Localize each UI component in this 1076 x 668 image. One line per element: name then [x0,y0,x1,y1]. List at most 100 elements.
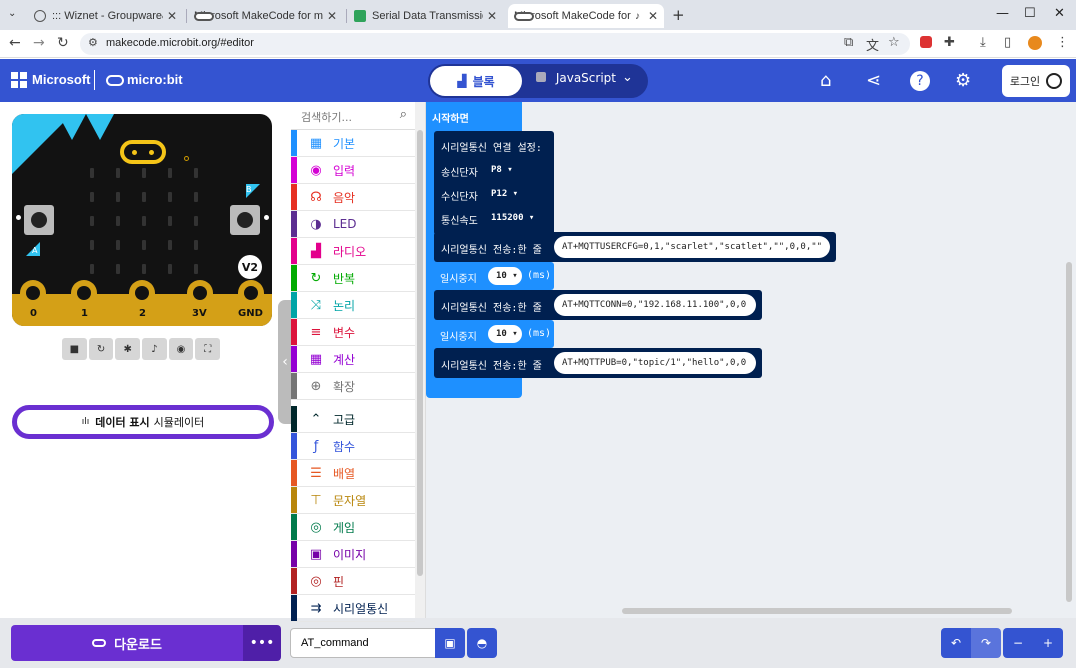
category-label: 변수 [333,325,356,340]
blocks-tab[interactable]: ▟ 블록 [430,66,522,96]
star-icon[interactable]: ☆ [888,35,900,50]
puzzle-icon[interactable]: ✚ [944,35,955,50]
settings-gear-icon[interactable]: ⚙ [955,70,971,91]
debug-icon[interactable]: ✱ [115,338,141,360]
minimize-icon[interactable]: — [996,6,1009,21]
translate-icon[interactable]: 文 [866,35,879,54]
category-15[interactable]: ▣ 이미지 [291,541,415,568]
workspace-vertical-scrollbar[interactable] [1066,262,1072,602]
new-tab-button[interactable]: + [672,6,685,24]
audio-icon[interactable]: ♪ [635,11,640,22]
undo-button[interactable]: ↶ [941,628,971,658]
category-color-bar [291,514,297,540]
pin-2[interactable] [129,280,155,326]
javascript-tab[interactable]: JavaScript [536,71,616,85]
stop-icon[interactable]: ■ [62,338,87,360]
reload-icon[interactable]: ↻ [57,35,69,51]
maximize-icon[interactable]: ☐ [1024,6,1036,21]
project-name-input[interactable] [290,628,436,658]
profile-avatar[interactable] [1028,36,1042,50]
close-window-icon[interactable]: ✕ [1054,6,1065,21]
pin-1[interactable] [71,280,97,326]
tx-pin-dropdown[interactable]: P8 ▾ [491,165,513,175]
category-7[interactable]: ≡ 변수 [291,319,415,346]
category-2[interactable]: ☊ 음악 [291,184,415,211]
address-bar[interactable]: ⚙ makecode.microbit.org/#editor [80,33,910,55]
close-icon[interactable]: ✕ [327,9,337,23]
home-icon[interactable]: ⌂ [820,70,831,91]
browser-tab-serial-query[interactable]: Serial Data Transmission Query ✕ [348,4,503,28]
tab-search-icon[interactable]: ⌄ [8,8,16,19]
extension-icon[interactable] [920,36,932,48]
category-3[interactable]: ◑ LED [291,211,415,238]
category-12[interactable]: ☰ 배열 [291,460,415,487]
download-icon[interactable]: ⤓ [980,35,986,50]
category-16[interactable]: ◎ 핀 [291,568,415,595]
button-a[interactable] [24,205,54,235]
collapse-simulator-handle[interactable]: ‹ [278,300,292,424]
pause-dropdown[interactable]: 10 ▾ [488,267,522,285]
close-icon[interactable]: ✕ [648,9,658,23]
category-color-bar [291,184,297,210]
category-1[interactable]: ◉ 입력 [291,157,415,184]
workspace-horizontal-scrollbar[interactable] [622,608,1012,614]
search-input[interactable]: 검색하기... [301,109,352,125]
category-9[interactable]: ⊕ 확장 [291,373,415,400]
category-0[interactable]: ▦ 기본 [291,130,415,157]
pause-dropdown[interactable]: 10 ▾ [488,325,522,343]
category-17[interactable]: ⇉ 시리얼통신 [291,595,415,622]
language-dropdown-icon[interactable]: ⌄ [622,70,633,85]
close-icon[interactable]: ✕ [487,9,497,23]
menu-icon[interactable]: ⋮ [1056,35,1069,50]
install-app-icon[interactable]: ⧉ [844,35,853,50]
site-info-icon[interactable]: ⚙ [88,36,98,49]
restart-icon[interactable]: ↻ [88,338,114,360]
fullscreen-icon[interactable]: ⛶ [195,338,221,360]
microsoft-logo[interactable] [11,72,27,88]
sidepanel-icon[interactable]: ▯ [1004,35,1011,50]
category-8[interactable]: ▦ 계산 [291,346,415,373]
close-icon[interactable]: ✕ [167,9,177,23]
pin-3v[interactable] [187,280,213,326]
back-icon[interactable]: ← [9,35,21,51]
toolbox-scrollbar[interactable] [417,130,423,576]
github-button[interactable]: ◓ [467,628,497,658]
category-6[interactable]: ⤨ 논리 [291,292,415,319]
share-icon[interactable]: ⋖ [866,70,881,91]
string-input[interactable]: AT+MQTTUSERCFG=0,1,"scarlet","scatlet","… [554,236,830,258]
login-button[interactable]: 로그인 [1002,65,1070,97]
forward-icon[interactable]: → [33,35,45,51]
download-button[interactable]: 다운로드 [11,625,243,661]
touch-logo[interactable] [120,140,166,164]
pause-value: 10 [496,271,507,281]
baud-rate-dropdown[interactable]: 115200 ▾ [491,213,534,223]
category-11[interactable]: ƒ 함수 [291,433,415,460]
save-button[interactable]: ▣ [435,628,465,658]
show-data-simulator-button[interactable]: ılı 데이터 표시 시뮬레이터 [12,405,274,439]
category-5[interactable]: ↻ 반복 [291,265,415,292]
download-more-button[interactable]: ••• [243,625,281,661]
zoom-in-button[interactable]: + [1033,628,1063,658]
category-14[interactable]: ◎ 게임 [291,514,415,541]
help-icon[interactable]: ? [910,71,930,91]
category-13[interactable]: ⊤ 문자열 [291,487,415,514]
category-10[interactable]: ⌃ 고급 [291,406,415,433]
zoom-out-button[interactable]: − [1003,628,1033,658]
button-b[interactable] [230,205,260,235]
category-label: 배열 [333,466,356,481]
browser-tab-makecode-active[interactable]: Microsoft MakeCode for m ♪ ✕ [508,4,664,28]
pin-0[interactable] [20,280,46,326]
browser-tab-wiznet[interactable]: ::: Wiznet - Groupware&SCM S ✕ [28,4,183,28]
browser-tab-makecode-1[interactable]: Microsoft MakeCode for micro: ✕ [188,4,343,28]
string-input[interactable]: AT+MQTTCONN=0,"192.168.11.100",0,0 [554,294,756,316]
toolbox-search[interactable]: 검색하기... ⌕ [291,102,415,130]
serial-redirect-block[interactable]: 시리얼통신 연결 설정: 송신단자 P8 ▾ 수신단자 P12 ▾ 통신속도 1… [434,131,554,235]
screenshot-icon[interactable]: ◉ [168,338,194,360]
category-4[interactable]: ▟ 라디오 [291,238,415,265]
string-input[interactable]: AT+MQTTPUB=0,"topic/1","hello",0,0 [554,352,756,374]
pin-gnd[interactable] [238,280,264,326]
pin-2-label: 2 [139,308,146,319]
redo-button[interactable]: ↷ [971,628,1001,658]
rx-pin-dropdown[interactable]: P12 ▾ [491,189,518,199]
sound-icon[interactable]: ♪ [142,338,167,360]
